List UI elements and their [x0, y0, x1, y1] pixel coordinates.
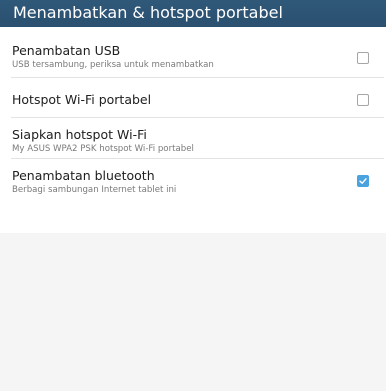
setting-title: Penambatan USB: [12, 43, 121, 58]
setting-summary: My ASUS WPA2 PSK hotspot Wi-Fi portabel: [12, 144, 194, 154]
setting-setup-hotspot[interactable]: Siapkan hotspot Wi-Fi My ASUS WPA2 PSK h…: [0, 118, 386, 158]
setting-usb-tethering[interactable]: Penambatan USB USB tersambung, periksa u…: [0, 27, 386, 77]
setting-title: Siapkan hotspot Wi-Fi: [12, 127, 147, 142]
setting-portable-hotspot[interactable]: Hotspot Wi-Fi portabel: [0, 78, 386, 116]
usb-tethering-checkbox[interactable]: [357, 52, 369, 64]
bluetooth-tethering-checkbox[interactable]: [357, 175, 369, 187]
setting-summary: USB tersambung, periksa untuk menambatka…: [12, 60, 214, 70]
setting-title: Penambatan bluetooth: [12, 168, 155, 183]
settings-list: Penambatan USB USB tersambung, periksa u…: [0, 27, 386, 233]
page-title: Menambatkan & hotspot portabel: [13, 3, 283, 22]
setting-summary: Berbagi sambungan Internet tablet ini: [12, 185, 177, 195]
content-area: Penambatan USB USB tersambung, periksa u…: [0, 27, 386, 391]
setting-title: Hotspot Wi-Fi portabel: [12, 92, 152, 107]
setting-bluetooth-tethering[interactable]: Penambatan bluetooth Berbagi sambungan I…: [0, 159, 386, 199]
app-bar: Menambatkan & hotspot portabel: [0, 0, 386, 27]
check-icon: [359, 178, 367, 184]
portable-hotspot-checkbox[interactable]: [357, 94, 369, 106]
